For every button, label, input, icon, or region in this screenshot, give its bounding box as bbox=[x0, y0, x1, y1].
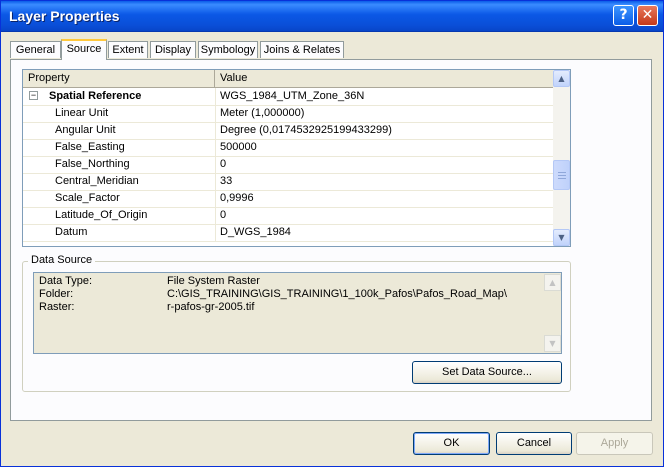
info-value: r-pafos-gr-2005.tif bbox=[167, 301, 255, 313]
grid-row-property: Central_Meridian bbox=[55, 175, 139, 187]
column-divider bbox=[215, 139, 216, 156]
chevron-down-icon: ▼ bbox=[549, 339, 556, 348]
column-divider bbox=[215, 122, 216, 139]
grid-row-value: 0 bbox=[220, 158, 227, 170]
grid-row[interactable]: Angular Unit Degree (0,01745329251994332… bbox=[23, 122, 553, 140]
tab-source[interactable]: Source bbox=[61, 39, 107, 60]
grid-row-property: Latitude_Of_Origin bbox=[55, 209, 148, 221]
grid-row-value: 33 bbox=[220, 175, 233, 187]
column-divider bbox=[215, 224, 216, 241]
tab-display[interactable]: Display bbox=[150, 41, 196, 58]
data-source-info[interactable]: Data Type: File System Raster Folder: C:… bbox=[33, 272, 562, 354]
scroll-thumb[interactable] bbox=[553, 160, 570, 190]
data-source-label: Data Source bbox=[28, 254, 96, 266]
grid-row-property: False_Northing bbox=[55, 158, 130, 170]
info-value: File System Raster bbox=[167, 275, 260, 287]
chevron-up-icon: ▲ bbox=[558, 74, 565, 83]
column-header-property[interactable]: Property bbox=[23, 70, 215, 87]
grid-row-spatial-reference[interactable]: − Spatial Reference WGS_1984_UTM_Zone_36… bbox=[23, 88, 553, 106]
grid-row[interactable]: Central_Meridian 33 bbox=[23, 173, 553, 191]
close-icon: ✕ bbox=[641, 7, 654, 23]
set-data-source-button[interactable]: Set Data Source... bbox=[412, 361, 562, 384]
info-value: C:\GIS_TRAINING\GIS_TRAINING\1_100k_Pafo… bbox=[167, 288, 507, 300]
cancel-button[interactable]: Cancel bbox=[496, 432, 572, 455]
ok-button[interactable]: OK bbox=[413, 432, 490, 455]
grid-row[interactable]: False_Northing 0 bbox=[23, 156, 553, 174]
grid-row-value: WGS_1984_UTM_Zone_36N bbox=[220, 90, 365, 102]
grid-row-value: Degree (0,0174532925199433299) bbox=[220, 124, 392, 136]
scroll-up-button[interactable]: ▲ bbox=[544, 274, 561, 291]
grid-row[interactable]: Linear Unit Meter (1,000000) bbox=[23, 105, 553, 123]
grid-row[interactable]: False_Easting 500000 bbox=[23, 139, 553, 157]
tab-general[interactable]: General bbox=[10, 41, 61, 58]
grid-row-value: D_WGS_1984 bbox=[220, 226, 291, 238]
scroll-up-button[interactable]: ▲ bbox=[553, 70, 570, 87]
grid-header: Property Value bbox=[23, 70, 553, 88]
info-key: Raster: bbox=[39, 301, 75, 313]
grid-row-property: Scale_Factor bbox=[55, 192, 120, 204]
chevron-up-icon: ▲ bbox=[549, 278, 556, 287]
tab-extent[interactable]: Extent bbox=[108, 41, 148, 58]
collapse-icon[interactable]: − bbox=[29, 91, 38, 100]
grid-row-property: Angular Unit bbox=[55, 124, 116, 136]
tab-joins-relates[interactable]: Joins & Relates bbox=[260, 41, 344, 58]
grid-row[interactable]: Latitude_Of_Origin 0 bbox=[23, 207, 553, 225]
grid-row-property: Datum bbox=[55, 226, 88, 238]
grid-row[interactable]: Scale_Factor 0,9996 bbox=[23, 190, 553, 208]
column-divider bbox=[215, 88, 216, 105]
column-divider bbox=[215, 190, 216, 207]
title-bar[interactable]: Layer Properties ? ✕ bbox=[1, 1, 663, 32]
grid-row-value: 0,9996 bbox=[220, 192, 254, 204]
info-key: Data Type: bbox=[39, 275, 92, 287]
info-scrollbar[interactable]: ▲ ▼ bbox=[544, 273, 561, 353]
help-button[interactable]: ? bbox=[613, 5, 634, 26]
info-key: Folder: bbox=[39, 288, 74, 300]
grid-row-value: Meter (1,000000) bbox=[220, 107, 305, 119]
scroll-down-button[interactable]: ▼ bbox=[544, 335, 561, 352]
column-divider bbox=[215, 173, 216, 190]
scroll-down-button[interactable]: ▼ bbox=[553, 229, 570, 246]
column-divider bbox=[215, 105, 216, 122]
grid-row-property: Linear Unit bbox=[55, 107, 109, 119]
close-button[interactable]: ✕ bbox=[637, 5, 658, 26]
grid-scrollbar[interactable]: ▲ ▼ bbox=[553, 70, 570, 246]
grid-row-value: 0 bbox=[220, 209, 227, 221]
window-title: Layer Properties bbox=[9, 8, 120, 24]
chevron-down-icon: ▼ bbox=[558, 233, 565, 242]
grid-row[interactable]: Datum D_WGS_1984 bbox=[23, 224, 553, 242]
column-divider bbox=[215, 156, 216, 173]
property-grid[interactable]: Property Value − Spatial Reference WGS_1… bbox=[22, 69, 571, 247]
grid-row-property: Spatial Reference bbox=[49, 90, 142, 102]
grid-row-value: 500000 bbox=[220, 141, 257, 153]
tab-symbology[interactable]: Symbology bbox=[198, 41, 258, 58]
column-divider bbox=[215, 207, 216, 224]
column-header-value[interactable]: Value bbox=[215, 70, 553, 87]
apply-button[interactable]: Apply bbox=[576, 432, 653, 455]
grid-row-property: False_Easting bbox=[55, 141, 125, 153]
